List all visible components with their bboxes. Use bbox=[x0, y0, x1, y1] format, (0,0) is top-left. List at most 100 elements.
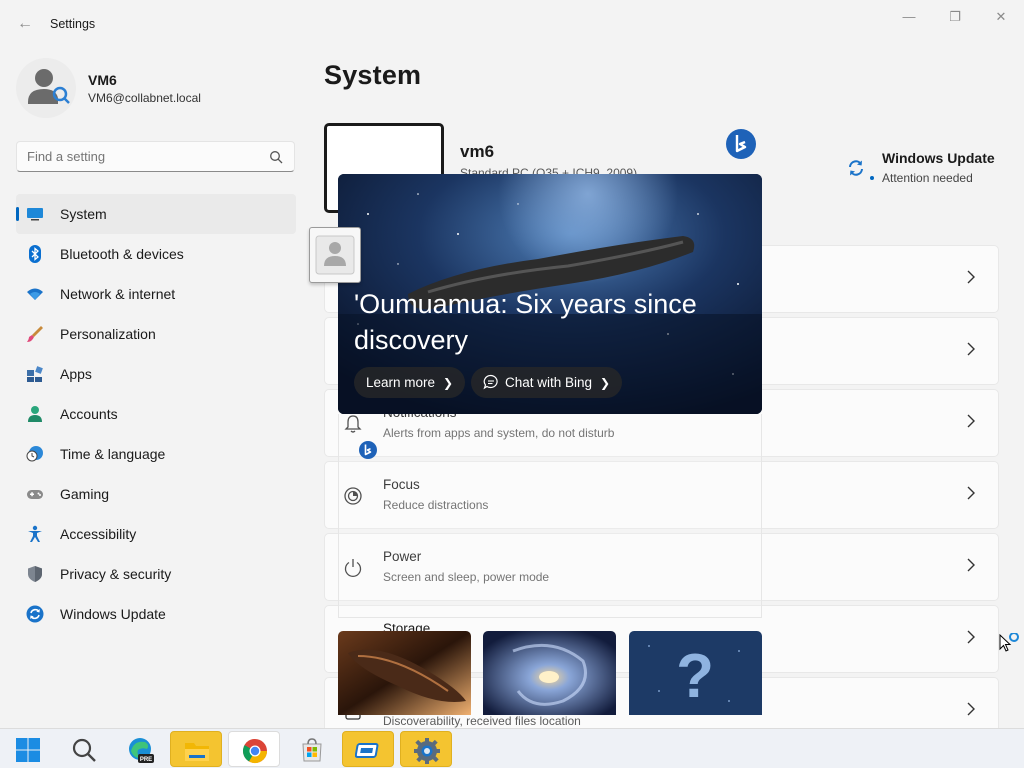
sidebar-item-label: Personalization bbox=[60, 326, 156, 342]
bing-icon[interactable] bbox=[725, 128, 757, 160]
svg-text:PRE: PRE bbox=[140, 757, 152, 763]
gamepad-icon bbox=[27, 490, 43, 499]
settings-search[interactable] bbox=[16, 141, 295, 172]
sidebar-item-system[interactable]: System bbox=[16, 194, 296, 234]
sidebar-item-bluetooth[interactable]: Bluetooth & devices bbox=[16, 234, 296, 274]
sidebar-item-label: Apps bbox=[60, 366, 92, 382]
bing-flyout-panel bbox=[338, 414, 762, 618]
chevron-right-icon: ❯ bbox=[600, 376, 611, 390]
close-button[interactable]: ✕ bbox=[978, 6, 1024, 28]
remote-desktop-icon bbox=[355, 743, 379, 758]
bing-small-icon[interactable] bbox=[358, 440, 378, 460]
user-name: VM6 bbox=[88, 72, 117, 88]
search-input[interactable] bbox=[27, 149, 257, 164]
app-title: Settings bbox=[50, 17, 96, 31]
sidebar-item-label: System bbox=[60, 206, 107, 222]
device-name: vm6 bbox=[460, 142, 495, 161]
learn-more-label: Learn more bbox=[366, 375, 436, 390]
chevron-right-icon bbox=[967, 414, 975, 428]
windows-update-status[interactable]: Windows Update Attention needed bbox=[846, 148, 1024, 192]
search-icon[interactable] bbox=[269, 150, 283, 164]
store-button[interactable] bbox=[286, 731, 338, 767]
apps-icon bbox=[27, 366, 43, 382]
update-icon bbox=[26, 605, 44, 623]
chrome-icon bbox=[242, 739, 267, 764]
accounts-icon bbox=[28, 406, 42, 422]
windows-update-title: Windows Update bbox=[882, 150, 995, 166]
sidebar-item-accounts[interactable]: Accounts bbox=[16, 394, 296, 434]
galaxy-image bbox=[483, 631, 616, 715]
clock-globe-icon bbox=[26, 446, 43, 462]
sidebar-item-accessibility[interactable]: Accessibility bbox=[16, 514, 296, 554]
sidebar-item-label: Gaming bbox=[60, 486, 110, 502]
settings-icon bbox=[414, 738, 440, 764]
wifi-icon bbox=[27, 288, 43, 300]
sidebar-item-label: Accessibility bbox=[60, 526, 137, 542]
chat-with-bing-label: Chat with Bing bbox=[505, 375, 593, 390]
file-explorer-icon bbox=[185, 743, 209, 761]
user-avatar-icon bbox=[28, 69, 70, 104]
chevron-right-icon bbox=[967, 630, 975, 644]
title-bar: ← Settings — ❐ ✕ bbox=[0, 0, 1024, 48]
maximize-button[interactable]: ❐ bbox=[932, 6, 978, 28]
sidebar-item-label: Windows Update bbox=[60, 606, 166, 622]
sidebar-item-network[interactable]: Network & internet bbox=[16, 274, 296, 314]
remote-desktop-button[interactable] bbox=[342, 731, 394, 767]
sidebar-item-label: Network & internet bbox=[60, 286, 176, 302]
update-icon bbox=[849, 160, 863, 176]
settings-taskbar-button[interactable] bbox=[400, 731, 452, 767]
sidebar-item-label: Accounts bbox=[60, 406, 118, 422]
sidebar-item-privacy[interactable]: Privacy & security bbox=[16, 554, 296, 594]
quiz-tile[interactable]: ? bbox=[629, 631, 762, 715]
sidebar-nav: System Bluetooth & devices Network & int… bbox=[16, 194, 296, 634]
back-button[interactable]: ← bbox=[14, 13, 36, 35]
sidebar-item-label: Time & language bbox=[60, 446, 166, 462]
chevron-right-icon: ❯ bbox=[443, 376, 454, 390]
shield-icon bbox=[28, 566, 42, 582]
start-button[interactable] bbox=[2, 731, 54, 767]
chevron-right-icon bbox=[967, 558, 975, 572]
contact-person-icon bbox=[315, 235, 355, 275]
edge-preview-button[interactable]: PRE bbox=[114, 731, 166, 767]
bluetooth-icon bbox=[29, 245, 41, 263]
system-icon bbox=[27, 208, 43, 221]
oumuamua-image bbox=[338, 631, 471, 715]
chat-icon bbox=[483, 374, 498, 390]
svg-text:?: ? bbox=[676, 642, 714, 711]
avatar bbox=[16, 58, 76, 118]
chevron-right-icon bbox=[967, 342, 975, 356]
sidebar-item-label: Bluetooth & devices bbox=[60, 246, 184, 262]
news-headline[interactable]: 'Oumuamua: Six years since discovery bbox=[354, 286, 754, 358]
galaxy-tile[interactable] bbox=[483, 631, 616, 715]
user-profile[interactable]: VM6 VM6@collabnet.local bbox=[16, 58, 296, 120]
bing-news-flyout[interactable]: 'Oumuamua: Six years since discovery Lea… bbox=[338, 174, 762, 414]
file-explorer-button[interactable] bbox=[170, 731, 222, 767]
user-email: VM6@collabnet.local bbox=[88, 91, 201, 105]
chevron-right-icon bbox=[967, 702, 975, 716]
sidebar-item-windows-update[interactable]: Windows Update bbox=[16, 594, 296, 634]
sidebar-item-apps[interactable]: Apps bbox=[16, 354, 296, 394]
card-subtitle: Discoverability, received files location bbox=[383, 714, 581, 728]
oumuamua-tile[interactable] bbox=[338, 631, 471, 715]
search-icon bbox=[72, 738, 96, 762]
sidebar-item-time-language[interactable]: Time & language bbox=[16, 434, 296, 474]
sidebar-item-gaming[interactable]: Gaming bbox=[16, 474, 296, 514]
contact-card[interactable] bbox=[309, 227, 361, 283]
question-mark-image: ? bbox=[629, 631, 762, 715]
learn-more-button[interactable]: Learn more ❯ bbox=[354, 367, 466, 398]
taskbar-search-button[interactable] bbox=[58, 731, 110, 767]
attention-dot bbox=[870, 176, 874, 180]
windows-update-subtitle: Attention needed bbox=[882, 171, 973, 185]
bing-image-tiles: ? bbox=[338, 631, 762, 715]
mouse-cursor-icon bbox=[999, 633, 1019, 652]
start-icon bbox=[16, 738, 40, 762]
sidebar-item-personalization[interactable]: Personalization bbox=[16, 314, 296, 354]
sidebar-item-label: Privacy & security bbox=[60, 566, 172, 582]
chevron-right-icon bbox=[967, 486, 975, 500]
chat-with-bing-button[interactable]: Chat with Bing ❯ bbox=[471, 367, 623, 398]
store-icon bbox=[302, 738, 322, 762]
minimize-button[interactable]: — bbox=[886, 6, 932, 28]
taskbar: PRE bbox=[0, 728, 1024, 768]
chrome-button[interactable] bbox=[228, 731, 280, 767]
brush-icon bbox=[27, 326, 43, 342]
